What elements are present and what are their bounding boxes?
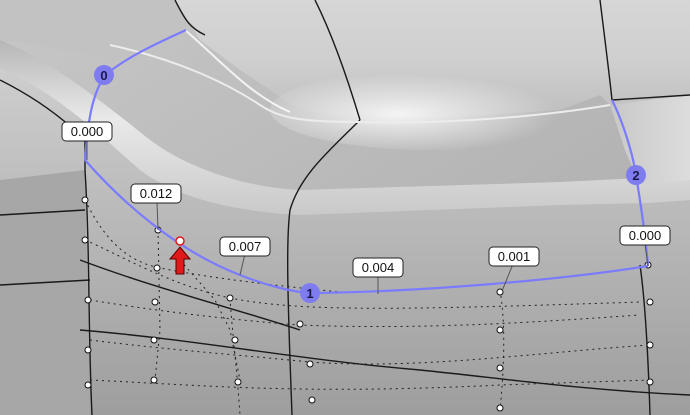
viewport-canvas[interactable]: 0.000 0.012 0.007 0.004 0.001 0.000 0 1 … [0, 0, 690, 415]
highlight-top [270, 70, 590, 150]
curve-node-0[interactable]: 0 [94, 65, 114, 85]
deviation-label-6: 0.000 [619, 225, 671, 246]
deviation-value: 0.004 [362, 260, 395, 275]
deviation-value: 0.000 [629, 228, 662, 243]
deviation-label-4: 0.004 [352, 257, 404, 278]
deviation-label-1: 0.000 [61, 121, 113, 142]
deviation-label-2: 0.012 [130, 183, 182, 204]
node-label: 2 [632, 168, 639, 183]
deviation-value: 0.000 [71, 124, 104, 139]
curve-node-2[interactable]: 2 [626, 165, 646, 185]
deviation-value: 0.001 [498, 249, 531, 264]
deviation-label-3: 0.007 [219, 236, 271, 257]
deviation-label-5: 0.001 [488, 246, 540, 267]
surface-left-side [0, 170, 90, 415]
max-deviation-point[interactable] [175, 236, 185, 246]
deviation-value: 0.007 [229, 239, 262, 254]
3d-viewport[interactable]: 0.000 0.012 0.007 0.004 0.001 0.000 0 1 … [0, 0, 690, 415]
node-label: 0 [100, 68, 107, 83]
node-label: 1 [306, 286, 313, 301]
curve-node-1[interactable]: 1 [300, 283, 320, 303]
deviation-value: 0.012 [140, 186, 173, 201]
